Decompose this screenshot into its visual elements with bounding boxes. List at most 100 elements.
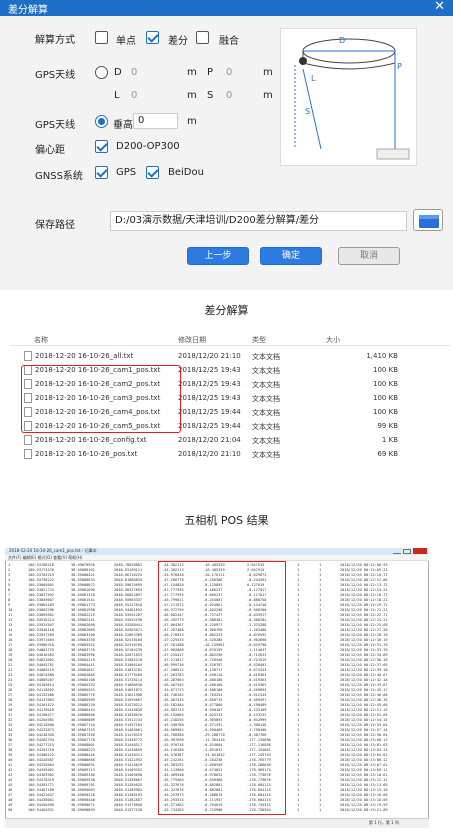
s-input[interactable]: 0 — [226, 90, 232, 101]
col-index: 1 2 3 4 5 6 7 8 9 10 11 12 13 14 15 16 1… — [8, 563, 13, 812]
d-label: D — [114, 67, 122, 78]
file-size: 100 KB — [373, 380, 398, 388]
file-type: 文本文档 — [252, 367, 280, 375]
diff-checkbox[interactable] — [146, 31, 159, 44]
col-flag2: 1 1 1 1 1 1 1 1 1 1 1 1 1 1 1 1 1 1 1 1 … — [319, 563, 322, 812]
close-icon[interactable]: ✕ — [434, 0, 445, 14]
offset-label: 偏心距 — [35, 145, 65, 156]
text-file-icon — [24, 435, 32, 445]
file-date: 2018/12/20 21:04 — [178, 436, 241, 444]
fusion-checkbox[interactable] — [196, 31, 209, 44]
single-point-checkbox[interactable] — [95, 31, 108, 44]
s-unit: m — [263, 90, 273, 101]
prev-step-button[interactable]: 上一步 — [187, 247, 249, 265]
vertical-height-input[interactable]: 0 — [133, 113, 178, 129]
notepad-close-icon[interactable] — [413, 548, 427, 554]
col-header-type[interactable]: 类型 — [252, 335, 266, 345]
d-input[interactable]: 0 — [131, 67, 137, 78]
file-row[interactable]: 2018-12-20 16-10-26_all.txt 2018/12/20 21… — [20, 351, 440, 363]
vertical-height-unit: m — [187, 116, 197, 127]
file-date: 2018/12/25 19:44 — [178, 408, 241, 416]
device-value: D200-OP300 — [116, 141, 180, 152]
file-size: 1,410 KB — [366, 352, 398, 360]
file-name: 2018-12-20 16-10-26_pos.txt — [35, 450, 138, 458]
gps-antenna-label: GPS天线 — [35, 70, 76, 81]
notepad-menu[interactable]: 文件(F) 编辑(E) 格式(O) 查看(V) 帮助(H) — [8, 555, 82, 561]
file-type: 文本文档 — [252, 451, 280, 459]
gnss-label: GNSS系统 — [35, 171, 83, 182]
col-flag1: 1 1 1 1 1 1 1 1 1 1 1 1 1 1 1 1 1 1 1 1 … — [297, 563, 300, 812]
cancel-button[interactable]: 取消 — [338, 247, 400, 265]
l-label: L — [114, 90, 120, 101]
col-header-name[interactable]: 名称 — [34, 335, 48, 345]
file-size: 100 KB — [373, 366, 398, 374]
s-label: S — [207, 90, 214, 101]
file-type: 文本文档 — [252, 353, 280, 361]
diagram-l: L — [311, 74, 316, 83]
file-size: 1 KB — [381, 436, 398, 444]
file-date: 2018/12/25 19:44 — [178, 422, 241, 430]
diagram-s: S — [305, 107, 310, 116]
file-name: 2018-12-20 16-10-26_config.txt — [35, 436, 147, 444]
notepad-statusbar: 第 1 行，第 1 列 — [5, 818, 429, 828]
fusion-label: 融合 — [219, 36, 239, 47]
save-path-input[interactable]: D:/03演示数据/天津培训/D200差分解算/差分 — [110, 211, 407, 231]
beidou-checkbox[interactable] — [146, 166, 159, 179]
p-input[interactable]: 0 — [226, 67, 232, 78]
file-date: 2018/12/20 21:10 — [178, 352, 241, 360]
text-file-icon — [24, 449, 32, 459]
diagram-d: D — [339, 36, 345, 45]
file-size: 69 KB — [377, 450, 398, 458]
diagram-p: P — [397, 62, 402, 71]
notepad-highlight-box — [158, 561, 286, 815]
file-row[interactable]: 2018-12-20 16-10-26_config.txt 2018/12/20… — [20, 435, 440, 447]
browse-folder-button[interactable] — [413, 209, 443, 231]
col-header-size[interactable]: 大小 — [326, 335, 340, 345]
file-type: 文本文档 — [252, 437, 280, 445]
file-date: 2018/12/25 19:43 — [178, 366, 241, 374]
header-divider — [10, 345, 450, 346]
file-size: 100 KB — [373, 408, 398, 416]
notepad-title: 2018-12-20 16-10-26_cam1_pos.txt - 记事本 — [9, 548, 97, 553]
dialog-title: 差分解算 — [8, 5, 48, 16]
file-date: 2018/12/25 19:43 — [178, 394, 241, 402]
notepad-maximize-icon[interactable] — [403, 549, 411, 554]
l-input[interactable]: 0 — [131, 90, 137, 101]
col-header-modified[interactable]: 修改日期 — [178, 335, 206, 345]
dialog-titlebar: 差分解算 ✕ — [0, 0, 453, 16]
vertical-height-label: 垂高 — [113, 120, 133, 131]
antenna-diagram: D P L S — [280, 28, 417, 166]
highlight-box — [21, 365, 181, 433]
col-timestamp: 2018/12/20 08:12:06.93 2018/12/20 08:12:… — [340, 563, 388, 812]
gps-checkbox[interactable] — [95, 166, 108, 179]
confirm-button[interactable]: 确定 — [260, 247, 322, 265]
col-latitude: 38.59079926 38.59080162 38.59080421 38.5… — [71, 563, 95, 812]
single-point-label: 单点 — [116, 36, 136, 47]
gps-option-label: GPS — [116, 167, 137, 178]
file-date: 2018/12/25 19:43 — [178, 380, 241, 388]
solve-mode-label: 解算方式 — [35, 35, 75, 46]
file-type: 文本文档 — [252, 409, 280, 417]
file-row[interactable]: 2018-12-20 16-10-26_pos.txt 2018/12/20 21… — [20, 449, 440, 461]
antenna-offset-radio[interactable] — [95, 66, 108, 79]
device-checkbox[interactable] — [95, 140, 108, 153]
col-altitude: 2048.70830881 2048.63109111 2048.6611022… — [114, 563, 143, 812]
file-type: 文本文档 — [252, 423, 280, 431]
save-path-label: 保存路径 — [35, 220, 75, 231]
diff-label: 差分 — [168, 36, 188, 47]
notepad-status: 第 1 行，第 1 列 — [368, 820, 399, 825]
notepad-minimize-icon[interactable] — [393, 549, 401, 554]
file-date: 2018/12/20 21:10 — [178, 450, 241, 458]
folder-icon — [419, 215, 439, 228]
caption-pos-results: 五相机 POS 结果 — [184, 514, 269, 527]
file-size: 99 KB — [377, 422, 398, 430]
file-name: 2018-12-20 16-10-26_all.txt — [35, 352, 134, 360]
gps-antenna-vertical-label: GPS天线 — [35, 120, 76, 131]
file-type: 文本文档 — [252, 381, 280, 389]
vertical-height-radio[interactable] — [95, 115, 108, 128]
text-file-icon — [24, 351, 32, 361]
file-size: 100 KB — [373, 394, 398, 402]
l-unit: m — [187, 90, 197, 101]
notepad-titlebar: 2018-12-20 16-10-26_cam1_pos.txt - 记事本 — [5, 548, 429, 555]
antenna-diagram-svg: D P L S — [294, 36, 410, 160]
